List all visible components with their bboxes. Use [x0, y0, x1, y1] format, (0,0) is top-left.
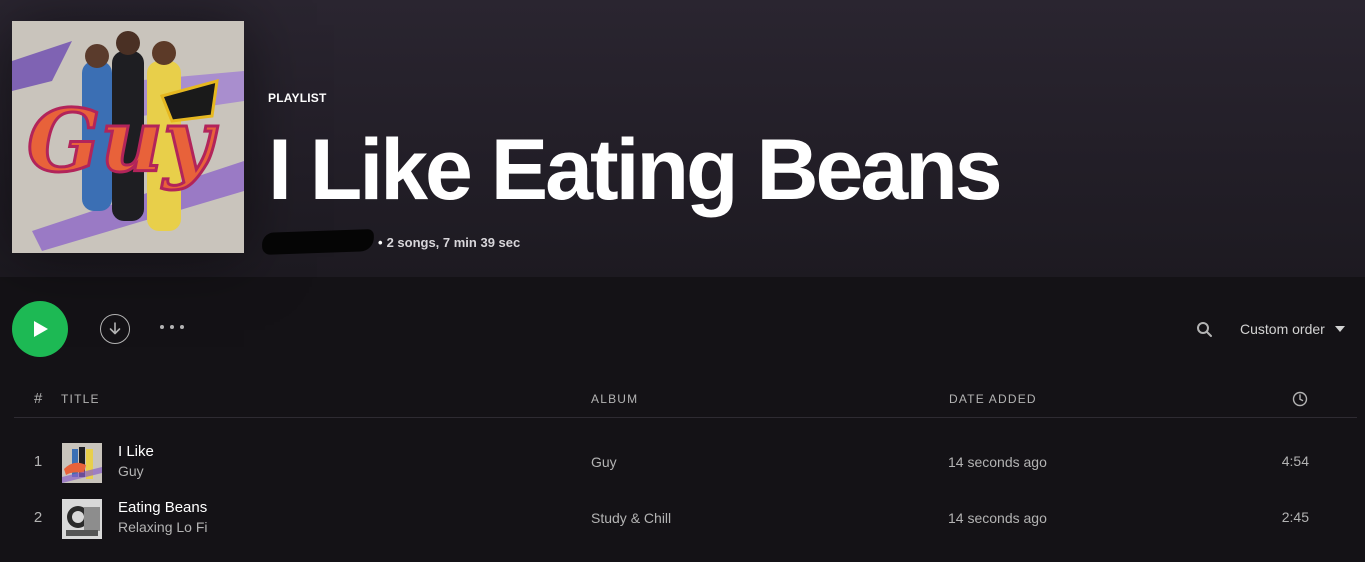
track-date-added: 14 seconds ago	[948, 454, 1047, 470]
tracklist-header: # TITLE ALBUM DATE ADDED	[14, 384, 1357, 418]
track-number: 1	[33, 453, 43, 470]
playlist-type-label: PLAYLIST	[268, 91, 327, 105]
clock-icon	[1292, 391, 1308, 407]
play-icon	[34, 321, 48, 337]
meta-separator: •	[378, 234, 383, 250]
sort-order-label: Custom order	[1240, 321, 1325, 337]
more-options-button[interactable]	[156, 316, 188, 338]
track-name[interactable]: Eating Beans	[118, 499, 207, 516]
album-art-guy-thumb	[62, 443, 102, 483]
track-album[interactable]: Study & Chill	[591, 510, 671, 526]
track-row[interactable]: 1 I Like Guy Guy 14 seconds ago 4:54	[14, 437, 1357, 489]
more-options-dot	[160, 325, 164, 329]
download-button[interactable]	[100, 314, 130, 344]
search-in-playlist-button[interactable]	[1194, 319, 1214, 339]
caret-down-icon	[1334, 326, 1345, 332]
track-thumbnail	[62, 499, 102, 539]
more-options-dot	[170, 325, 174, 329]
album-art-guy: Guy	[12, 21, 244, 253]
column-title[interactable]: TITLE	[61, 392, 100, 406]
page-title: I Like Eating Beans	[268, 122, 1003, 218]
track-duration: 4:54	[1281, 453, 1309, 469]
download-icon	[109, 322, 121, 335]
playlist-meta: • 2 songs, 7 min 39 sec	[261, 228, 521, 256]
playlist-stats: 2 songs, 7 min 39 sec	[386, 234, 521, 250]
track-number: 2	[33, 509, 43, 526]
more-options-dot	[180, 325, 184, 329]
track-artist[interactable]: Relaxing Lo Fi	[118, 519, 208, 535]
album-art-study-chill-thumb	[62, 499, 102, 539]
column-album[interactable]: ALBUM	[591, 392, 638, 406]
column-date-added[interactable]: DATE ADDED	[949, 392, 1037, 406]
sort-order-dropdown[interactable]: Custom order	[1240, 319, 1345, 339]
track-thumbnail	[62, 443, 102, 483]
playlist-cover-image[interactable]: Guy	[12, 21, 244, 253]
track-artist[interactable]: Guy	[118, 463, 144, 479]
column-duration[interactable]	[1292, 391, 1308, 410]
play-button[interactable]	[12, 301, 68, 357]
track-album[interactable]: Guy	[591, 454, 617, 470]
track-row[interactable]: 2 Eating Beans Relaxing Lo Fi Study & Ch…	[14, 493, 1357, 545]
track-duration: 2:45	[1281, 509, 1309, 525]
track-date-added: 14 seconds ago	[948, 510, 1047, 526]
owner-name-redacted[interactable]	[261, 229, 375, 255]
track-name[interactable]: I Like	[118, 443, 154, 460]
playlist-header: Guy PLAYLIST I Like Eating Beans • 2 son…	[0, 0, 1365, 277]
column-number: #	[34, 390, 43, 407]
search-icon	[1197, 322, 1212, 337]
